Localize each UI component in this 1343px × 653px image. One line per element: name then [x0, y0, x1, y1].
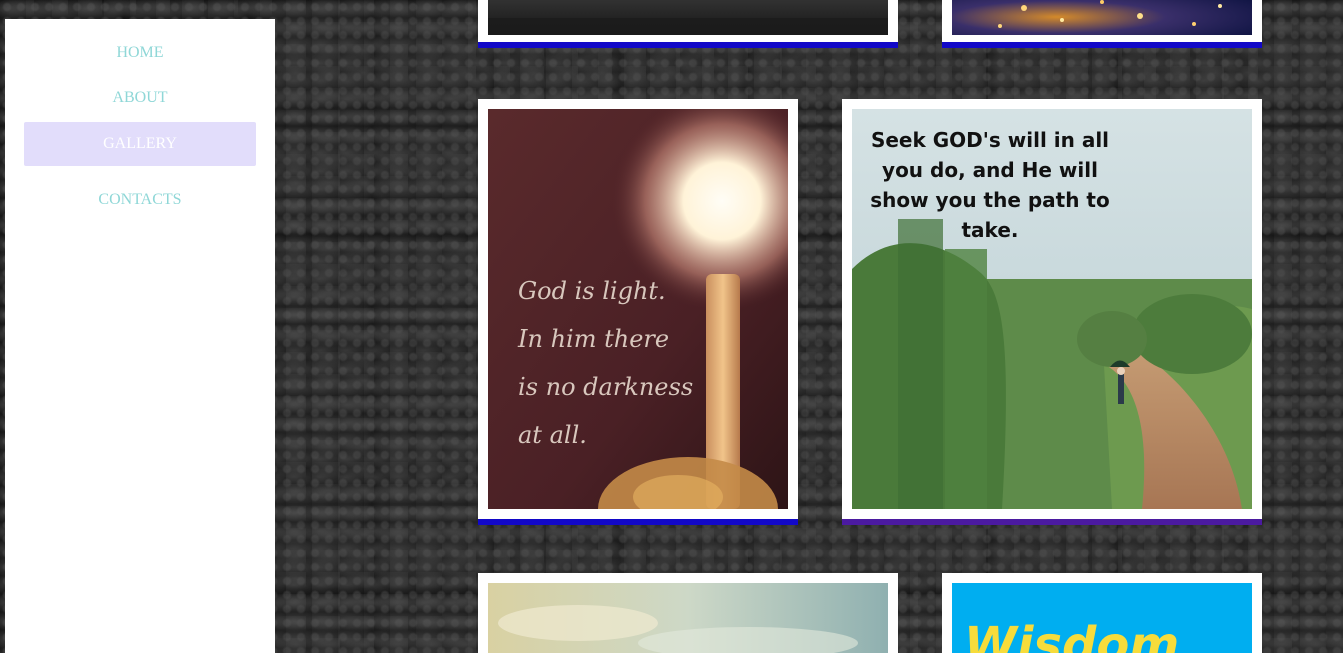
candle-quote-line-3: is no darkness	[518, 373, 693, 401]
candle-quote-line-2: In him there	[517, 325, 669, 353]
gallery-item-wisdom[interactable]: Wisdom	[942, 573, 1262, 653]
bokeh-lights-image	[952, 0, 1252, 35]
gallery-item-sky[interactable]	[478, 573, 898, 653]
gallery-item-candle[interactable]: God is light. In him there is no darknes…	[478, 99, 798, 525]
nav-gallery-link[interactable]: GALLERY	[24, 122, 256, 166]
path-quote-line-1: Seek GOD's will in all	[871, 128, 1109, 152]
gallery-item-bokeh[interactable]	[942, 0, 1262, 48]
candle-quote-line-1: God is light.	[518, 277, 666, 305]
wisdom-image: Wisdom	[952, 583, 1252, 653]
dark-landscape-image	[488, 0, 888, 35]
gallery-item-dark-landscape[interactable]	[478, 0, 898, 48]
path-quote-line-4: take.	[962, 218, 1019, 242]
sky-image	[488, 583, 888, 653]
nav-about-link[interactable]: ABOUT	[24, 76, 256, 120]
path-quote-line-2: you do, and He will	[882, 158, 1098, 182]
sidebar-nav: HOME ABOUT GALLERY CONTACTS	[5, 19, 275, 653]
gallery-item-path[interactable]: Seek GOD's will in all you do, and He wi…	[842, 99, 1262, 525]
path-quote-line-3: show you the path to	[870, 188, 1110, 212]
candle-quote-line-4: at all.	[518, 421, 587, 449]
wisdom-title: Wisdom	[964, 617, 1179, 653]
candle-image: God is light. In him there is no darknes…	[488, 109, 788, 509]
path-image: Seek GOD's will in all you do, and He wi…	[852, 109, 1252, 509]
nav-contacts-link[interactable]: CONTACTS	[24, 178, 256, 222]
nav-home-link[interactable]: HOME	[24, 31, 256, 75]
